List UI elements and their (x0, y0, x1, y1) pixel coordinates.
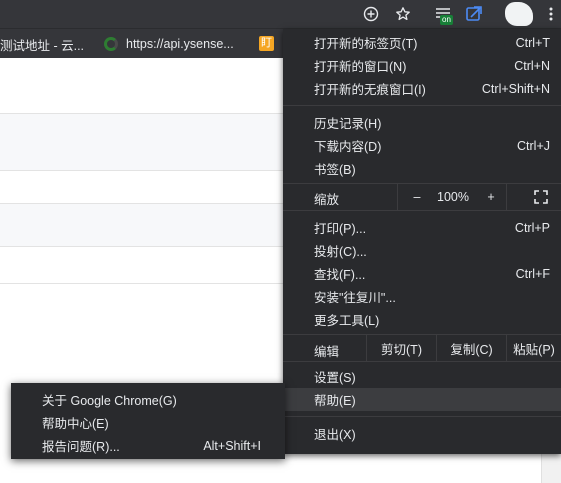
menu-separator (283, 416, 561, 417)
bookmark-item[interactable]: https://api.ysense... (104, 29, 234, 59)
menu-separator (283, 210, 561, 211)
menu-item-label: 打开新的标签页(T) (314, 37, 418, 51)
help-submenu: 关于 Google Chrome(G) 帮助中心(E) 报告问题(R)... A… (11, 383, 285, 459)
edit-label: 编辑 (314, 345, 340, 359)
chrome-main-menu: 打开新的标签页(T) Ctrl+T 打开新的窗口(N) Ctrl+N 打开新的无… (283, 29, 561, 454)
translate-extension-icon[interactable] (463, 3, 485, 25)
menu-item-history[interactable]: 历史记录(H) (283, 111, 561, 134)
bookmark-item[interactable]: 测试地址 - 云... (0, 29, 84, 59)
zoom-level: 100% (437, 190, 469, 204)
submenu-item-label: 帮助中心(E) (42, 417, 109, 431)
menu-item-new-incognito[interactable]: 打开新的无痕窗口(I) Ctrl+Shift+N (283, 77, 561, 100)
bookmark-overflow-icon[interactable]: 盯 (259, 36, 274, 51)
menu-item-label: 打开新的窗口(N) (314, 60, 407, 74)
fullscreen-icon[interactable] (529, 184, 553, 210)
menu-item-shortcut: Ctrl+P (514, 220, 550, 235)
menu-item-label: 安装"往复川"... (314, 291, 396, 305)
bookmark-label: https://api.ysense... (126, 37, 234, 51)
menu-item-cast[interactable]: 投射(C)... (283, 239, 561, 262)
zoom-out-button[interactable]: – (404, 184, 430, 210)
cut-button[interactable]: 剪切(T) (367, 335, 436, 361)
bookmark-star-icon[interactable] (392, 3, 414, 25)
menu-separator (283, 361, 561, 362)
menu-item-exit[interactable]: 退出(X) (283, 422, 561, 445)
zoom-divider (506, 184, 507, 210)
menu-item-label: 帮助(E) (314, 394, 356, 408)
profile-avatar[interactable] (505, 2, 533, 26)
paste-button[interactable]: 粘贴(P) (507, 335, 561, 361)
menu-item-label: 历史记录(H) (314, 117, 382, 131)
menu-item-label: 打开新的无痕窗口(I) (314, 83, 426, 97)
menu-item-downloads[interactable]: 下载内容(D) Ctrl+J (283, 134, 561, 157)
menu-item-new-window[interactable]: 打开新的窗口(N) Ctrl+N (283, 54, 561, 77)
bookmark-label: 测试地址 - 云... (0, 38, 85, 53)
menu-edit-row: 编辑 剪切(T) 复制(C) 粘贴(P) (283, 335, 561, 361)
menu-item-shortcut: Ctrl+N (514, 58, 550, 73)
menu-zoom-row: 缩放 – 100% + (283, 184, 561, 210)
copy-button[interactable]: 复制(C) (437, 335, 506, 361)
menu-item-shortcut: Ctrl+J (517, 138, 550, 153)
menu-item-shortcut: Ctrl+T (515, 35, 550, 50)
menu-item-label: 设置(S) (314, 371, 356, 385)
menu-item-shortcut: Ctrl+F (515, 266, 550, 281)
menu-item-more-tools[interactable]: 更多工具(L) (283, 308, 561, 331)
content-row (0, 204, 285, 247)
zoom-in-button[interactable]: + (479, 184, 503, 210)
submenu-item-label: 关于 Google Chrome(G) (42, 394, 177, 408)
zoom-plus-circle-icon[interactable] (360, 3, 382, 25)
zoom-divider (397, 184, 398, 210)
submenu-item-help-center[interactable]: 帮助中心(E) (11, 411, 285, 434)
submenu-item-shortcut: Alt+Shift+I (203, 438, 261, 453)
menu-item-label: 查找(F)... (314, 268, 366, 282)
more-menu-icon[interactable] (541, 3, 561, 25)
menu-item-help[interactable]: 帮助(E) (283, 388, 561, 411)
submenu-item-label: 报告问题(R)... (42, 440, 120, 454)
content-row (0, 247, 285, 284)
menu-item-label: 退出(X) (314, 428, 356, 442)
menu-item-label: 投射(C)... (314, 245, 367, 259)
menu-item-settings[interactable]: 设置(S) (283, 365, 561, 388)
menu-item-shortcut: Ctrl+Shift+N (481, 81, 550, 96)
bookmark-favicon-icon (104, 37, 118, 51)
menu-item-bookmarks[interactable]: 书签(B) (283, 157, 561, 180)
submenu-item-report-issue[interactable]: 报告问题(R)... Alt+Shift+I (11, 434, 285, 457)
menu-item-find[interactable]: 查找(F)... Ctrl+F (283, 262, 561, 285)
menu-item-label: 打印(P)... (314, 222, 367, 236)
content-row (0, 114, 285, 171)
menu-separator (283, 105, 561, 106)
content-row (0, 171, 285, 204)
zoom-label: 缩放 (314, 193, 340, 207)
browser-toolbar: on (0, 0, 561, 28)
menu-item-label: 更多工具(L) (314, 314, 380, 328)
extension-on-badge: on (440, 15, 453, 25)
menu-item-label: 书签(B) (314, 163, 356, 177)
content-row (0, 58, 285, 114)
submenu-item-about-chrome[interactable]: 关于 Google Chrome(G) (11, 388, 285, 411)
menu-item-print[interactable]: 打印(P)... Ctrl+P (283, 216, 561, 239)
menu-item-new-tab[interactable]: 打开新的标签页(T) Ctrl+T (283, 31, 561, 54)
menu-item-install-app[interactable]: 安装"往复川"... (283, 285, 561, 308)
menu-item-label: 下载内容(D) (314, 140, 382, 154)
